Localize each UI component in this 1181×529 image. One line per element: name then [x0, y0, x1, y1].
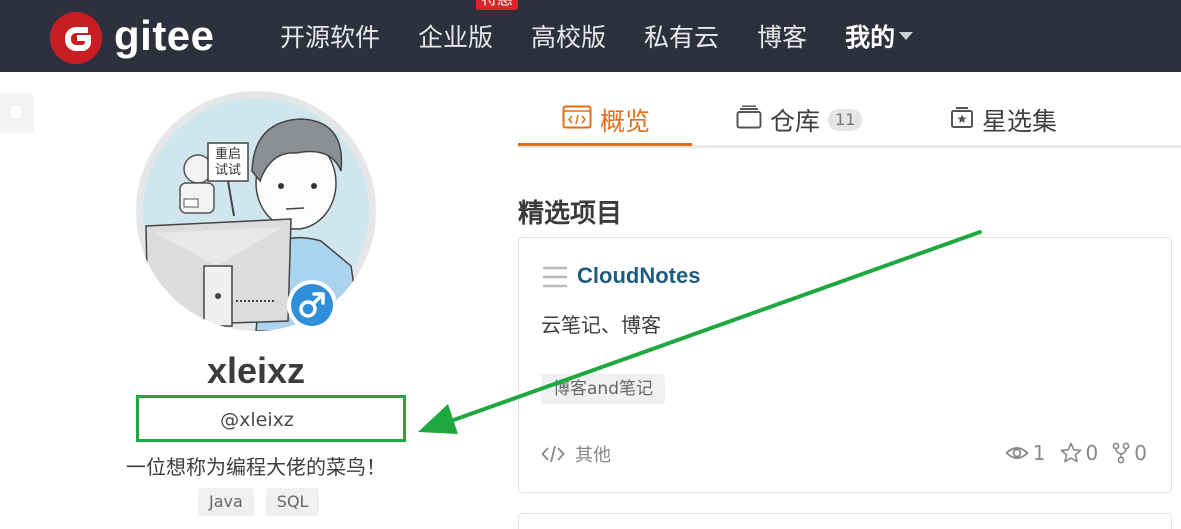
- skill-tag[interactable]: SQL: [265, 488, 320, 516]
- fork-stat[interactable]: 0: [1112, 441, 1147, 465]
- nav-item-mine[interactable]: 我的: [845, 18, 914, 54]
- main-nav: 开源软件 企业版 特惠 高校版 私有云 博客 我的: [280, 0, 951, 72]
- star-collection-icon: [950, 105, 974, 135]
- featured-section-title: 精选项目: [518, 199, 623, 229]
- avatar[interactable]: 重启 试试: [136, 91, 376, 331]
- watch-count: 1: [1032, 441, 1046, 465]
- svg-text:重启: 重启: [215, 146, 241, 162]
- star-icon: [1060, 442, 1081, 463]
- active-tab-indicator: [518, 143, 692, 146]
- gender-badge: [287, 280, 337, 330]
- repo-name-link[interactable]: CloudNotes: [577, 263, 700, 289]
- nav-label: 开源软件: [280, 23, 381, 52]
- nav-label: 高校版: [531, 23, 607, 52]
- repo-language: 其他: [541, 441, 611, 467]
- profile-handle: @xleixz: [220, 409, 294, 431]
- profile-bio: 一位想称为编程大佬的菜鸟！: [126, 455, 386, 479]
- nav-label: 博客: [757, 23, 808, 52]
- nav-label: 企业版: [418, 23, 494, 52]
- nav-item-education[interactable]: 高校版: [531, 18, 606, 54]
- sidebar-toggle-button[interactable]: [0, 93, 34, 133]
- chevron-down-icon: [899, 32, 914, 40]
- square-icon: [9, 105, 23, 119]
- repo-language-label: 其他: [575, 445, 611, 466]
- project-card-partial[interactable]: [518, 513, 1172, 529]
- nav-item-private-cloud[interactable]: 私有云: [644, 18, 719, 54]
- gitee-logo-icon: [50, 12, 102, 64]
- repo-stats: 1 0 0: [991, 441, 1147, 465]
- skill-tags: Java SQL: [198, 488, 331, 516]
- tab-star-collections[interactable]: 星选集: [950, 102, 1057, 138]
- tab-repositories[interactable]: 仓库 11: [736, 102, 863, 138]
- repo-count-badge: 11: [828, 109, 863, 131]
- eye-icon: [1004, 447, 1029, 459]
- gitee-logo[interactable]: gitee: [50, 12, 215, 64]
- promo-badge: 特惠: [476, 0, 519, 10]
- star-stat[interactable]: 0: [1060, 441, 1099, 465]
- watch-stat[interactable]: 1: [1004, 441, 1046, 465]
- code-icon: [562, 105, 592, 135]
- tab-label: 仓库: [770, 107, 821, 136]
- star-count: 0: [1085, 441, 1099, 465]
- profile-display-name: xleixz: [206, 350, 306, 391]
- tab-label: 星选集: [982, 107, 1058, 136]
- svg-text:试试: 试试: [215, 163, 241, 178]
- repo-list-icon: [543, 266, 567, 292]
- male-icon: [291, 284, 333, 326]
- nav-item-blog[interactable]: 博客: [757, 18, 807, 54]
- repo-topic-tag[interactable]: 博客and笔记: [541, 374, 665, 404]
- tab-label: 概览: [600, 107, 651, 136]
- nav-label: 私有云: [644, 23, 720, 52]
- tab-overview[interactable]: 概览: [562, 102, 650, 138]
- repo-description: 云笔记、博客: [541, 313, 661, 337]
- fork-icon: [1112, 442, 1130, 464]
- nav-item-open-source[interactable]: 开源软件: [280, 18, 380, 54]
- skill-tag[interactable]: Java: [198, 488, 254, 516]
- nav-item-enterprise[interactable]: 企业版 特惠: [418, 0, 519, 54]
- fork-count: 0: [1134, 441, 1147, 465]
- top-navigation-bar: gitee 开源软件 企业版 特惠 高校版 私有云 博客 我的: [0, 0, 1181, 72]
- profile-tabs: 概览 仓库 11 星选集: [518, 98, 1181, 148]
- repo-stack-icon: [736, 105, 762, 135]
- project-card[interactable]: CloudNotes 云笔记、博客 博客and笔记 其他 1 0 0: [518, 237, 1172, 493]
- code-brackets-icon: [541, 445, 565, 463]
- brand-name: gitee: [114, 12, 215, 59]
- nav-label: 我的: [845, 23, 896, 52]
